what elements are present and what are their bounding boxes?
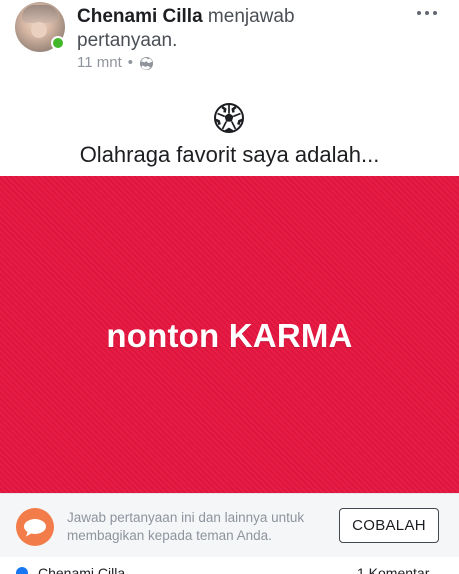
author-name[interactable]: Chenami Cilla (77, 6, 203, 27)
soccer-ball-icon (214, 103, 244, 133)
comments-count[interactable]: 1 Komentar (357, 565, 429, 574)
promo-line-1: Jawab pertanyaan ini dan lainnya untuk (67, 510, 305, 525)
footer-strip: Chenami Cilla 1 Komentar (0, 557, 459, 574)
try-button[interactable]: COBALAH (339, 508, 439, 543)
answer-emphasis: KARMA (228, 317, 353, 354)
answer-prefix: nonton (106, 317, 229, 354)
question-text: Olahraga favorit saya adalah... (79, 142, 380, 167)
meta-separator: • (127, 54, 134, 71)
post-title: Chenami Cilla menjawab pertanyaan. (77, 5, 377, 53)
post-time[interactable]: 11 mnt (77, 54, 122, 72)
post-header: Chenami Cilla menjawab pertanyaan. 11 mn… (0, 0, 459, 86)
promo-text: Jawab pertanyaan ini dan lainnya untuk m… (67, 509, 337, 545)
footer-name[interactable]: Chenami Cilla (38, 565, 125, 574)
more-options-button[interactable] (415, 6, 439, 20)
post-meta: 11 mnt • (77, 54, 154, 72)
promo-line-2: membagikan kepada teman Anda. (67, 528, 272, 543)
promo-icon-circle (16, 508, 54, 546)
post-action-line-1: menjawab (202, 6, 295, 27)
more-options-icon-dot-2 (425, 11, 429, 15)
reaction-icon (16, 567, 28, 574)
chat-bubble-icon (24, 519, 46, 537)
answer-card[interactable]: nonton KARMA (0, 176, 459, 493)
globe-icon[interactable] (139, 56, 154, 71)
question-area: Olahraga favorit saya adalah... (0, 102, 459, 178)
online-status-icon (51, 36, 65, 50)
answer-text: nonton KARMA (0, 316, 459, 356)
more-options-icon (417, 11, 421, 15)
more-options-icon-dot-3 (433, 11, 437, 15)
answer-prompt-banner: Jawab pertanyaan ini dan lainnya untuk m… (0, 493, 459, 557)
post-action-line-2: pertanyaan. (77, 30, 178, 51)
